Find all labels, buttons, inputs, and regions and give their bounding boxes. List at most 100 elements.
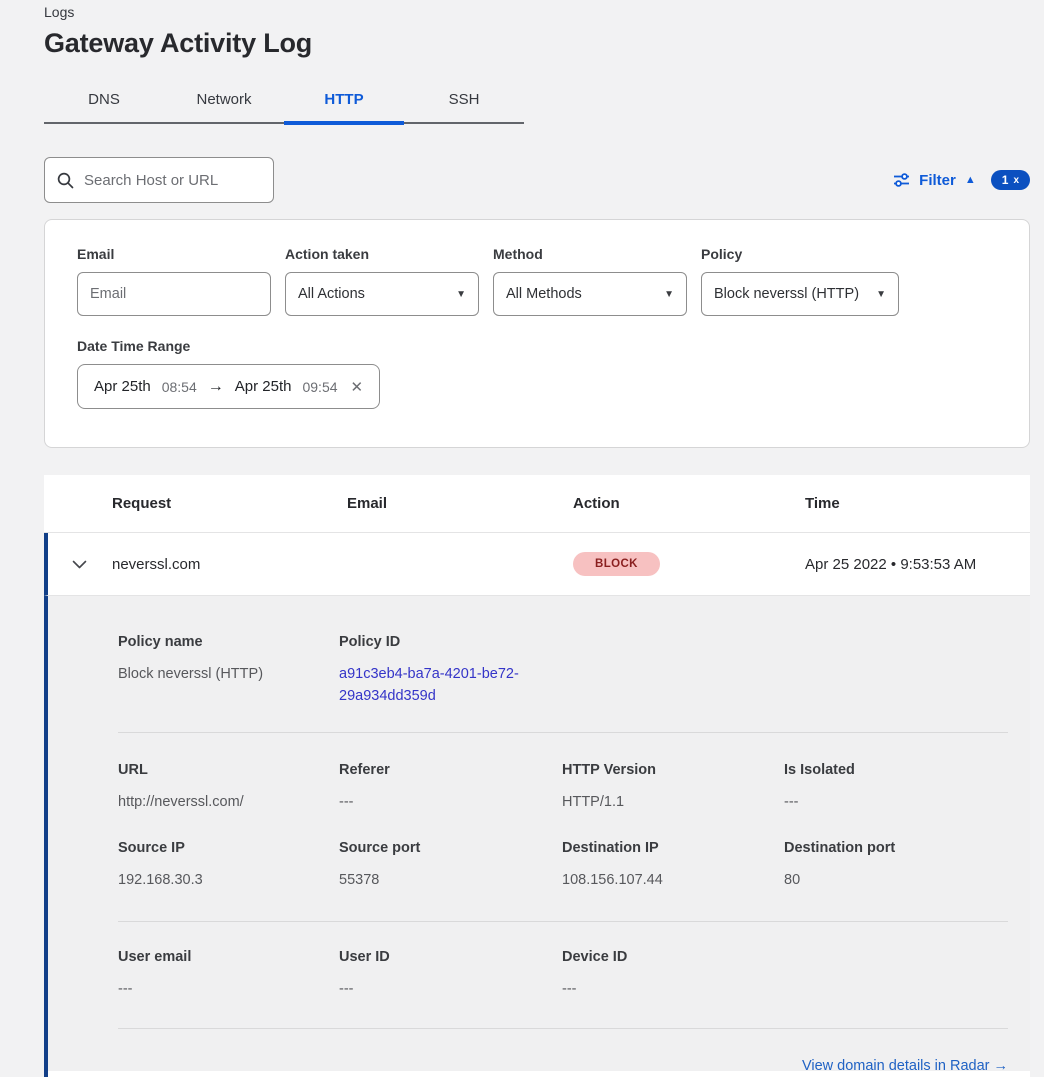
action-cell: BLOCK <box>573 552 805 576</box>
device-id-value: --- <box>562 978 784 1000</box>
destination-ip-label: Destination IP <box>562 840 784 856</box>
chevron-down-icon: ▼ <box>456 289 466 300</box>
network-info-section: Source IP 192.168.30.3 Source port 55378… <box>118 840 1008 891</box>
destination-port-label: Destination port <box>784 840 1008 856</box>
action-taken-select[interactable]: All Actions ▼ <box>285 272 479 316</box>
date-range-picker[interactable]: Apr 25th 08:54 → Apr 25th 09:54 ✕ <box>77 364 380 409</box>
url-label: URL <box>118 762 339 778</box>
user-id-label: User ID <box>339 949 562 965</box>
email-filter-input[interactable] <box>77 272 271 316</box>
block-status-badge: BLOCK <box>573 552 660 576</box>
destination-port-field: Destination port 80 <box>784 840 1008 891</box>
method-select[interactable]: All Methods ▼ <box>493 272 687 316</box>
filter-count-badge[interactable]: 1 x <box>991 170 1030 190</box>
clear-date-range-icon[interactable]: ✕ <box>351 378 364 396</box>
filter-field-policy: Policy Block neverssl (HTTP) ▼ <box>701 246 899 316</box>
divider <box>118 921 1008 922</box>
time-column-header: Time <box>805 495 1030 512</box>
arrow-right-icon: → <box>208 378 224 396</box>
tab-network[interactable]: Network <box>164 81 284 122</box>
source-port-field: Source port 55378 <box>339 840 562 891</box>
policy-id-field: Policy ID a91c3eb4-ba7a-4201-be72-29a934… <box>339 634 562 707</box>
url-value: http://neverssl.com/ <box>118 791 339 813</box>
source-ip-label: Source IP <box>118 840 339 856</box>
filter-toggle[interactable]: Filter ▲ 1 x <box>893 170 1030 190</box>
policy-section: Policy name Block neverssl (HTTP) Policy… <box>118 634 1008 707</box>
request-info-section: URL http://neverssl.com/ Referer --- HTT… <box>118 762 1008 813</box>
user-email-field: User email --- <box>118 949 339 1000</box>
activity-log-table: Request Email Action Time neverssl.com B… <box>44 475 1030 1077</box>
method-label: Method <box>493 246 687 262</box>
user-id-field: User ID --- <box>339 949 562 1000</box>
action-column-header: Action <box>573 495 805 512</box>
action-taken-label: Action taken <box>285 246 479 262</box>
policy-name-field: Policy name Block neverssl (HTTP) <box>118 634 339 707</box>
http-version-label: HTTP Version <box>562 762 784 778</box>
end-date[interactable]: Apr 25th <box>235 378 292 395</box>
filter-field-action-taken: Action taken All Actions ▼ <box>285 246 479 316</box>
action-taken-value: All Actions <box>298 286 365 302</box>
method-value: All Methods <box>506 286 582 302</box>
table-header-row: Request Email Action Time <box>44 475 1030 533</box>
date-range-group: Date Time Range Apr 25th 08:54 → Apr 25t… <box>77 338 997 409</box>
breadcrumb[interactable]: Logs <box>44 0 1030 20</box>
row-expander[interactable] <box>48 560 112 569</box>
start-date[interactable]: Apr 25th <box>94 378 151 395</box>
filter-label: Filter <box>919 172 956 189</box>
radar-link-row: View domain details in Radar → <box>118 1057 1008 1071</box>
destination-ip-field: Destination IP 108.156.107.44 <box>562 840 784 891</box>
end-time[interactable]: 09:54 <box>302 379 337 395</box>
source-ip-value: 192.168.30.3 <box>118 869 339 891</box>
chevron-down-icon <box>72 560 87 569</box>
source-port-label: Source port <box>339 840 562 856</box>
device-id-label: Device ID <box>562 949 784 965</box>
divider <box>118 1028 1008 1029</box>
policy-name-label: Policy name <box>118 634 339 650</box>
user-info-section: User email --- User ID --- Device ID --- <box>118 949 1008 1000</box>
email-filter-label: Email <box>77 246 271 262</box>
filter-field-email: Email <box>77 246 271 316</box>
policy-label: Policy <box>701 246 899 262</box>
divider <box>118 732 1008 733</box>
user-id-value: --- <box>339 978 562 1000</box>
radar-link-label: View domain details in Radar <box>802 1058 990 1071</box>
filter-sliders-icon <box>893 172 910 188</box>
destination-port-value: 80 <box>784 869 1008 891</box>
chevron-down-icon: ▼ <box>664 289 674 300</box>
url-field: URL http://neverssl.com/ <box>118 762 339 813</box>
user-email-label: User email <box>118 949 339 965</box>
search-icon <box>57 172 74 189</box>
clear-filters-icon[interactable]: x <box>1013 175 1019 186</box>
filter-count: 1 <box>1002 173 1009 187</box>
device-id-field: Device ID --- <box>562 949 784 1000</box>
filter-field-method: Method All Methods ▼ <box>493 246 687 316</box>
is-isolated-field: Is Isolated --- <box>784 762 1008 813</box>
tab-bar: DNS Network HTTP SSH <box>44 81 524 124</box>
page-title: Gateway Activity Log <box>44 28 1030 59</box>
view-in-radar-link[interactable]: View domain details in Radar → <box>802 1058 1008 1071</box>
is-isolated-value: --- <box>784 791 1008 813</box>
tab-http[interactable]: HTTP <box>284 81 404 125</box>
search-input[interactable] <box>84 172 261 189</box>
table-row[interactable]: neverssl.com BLOCK Apr 25 2022 • 9:53:53… <box>44 533 1030 596</box>
is-isolated-label: Is Isolated <box>784 762 1008 778</box>
policy-select[interactable]: Block neverssl (HTTP) ▼ <box>701 272 899 316</box>
chevron-down-icon: ▼ <box>876 289 886 300</box>
gateway-activity-page: Logs Gateway Activity Log DNS Network HT… <box>0 0 1044 1077</box>
toolbar: Filter ▲ 1 x <box>44 157 1030 203</box>
tab-ssh[interactable]: SSH <box>404 81 524 122</box>
request-cell[interactable]: neverssl.com <box>112 556 347 573</box>
email-column-header: Email <box>347 495 573 512</box>
referer-field: Referer --- <box>339 762 562 813</box>
http-version-value: HTTP/1.1 <box>562 791 784 813</box>
policy-id-label: Policy ID <box>339 634 562 650</box>
date-range-label: Date Time Range <box>77 338 997 354</box>
search-box[interactable] <box>44 157 274 203</box>
policy-id-link[interactable]: a91c3eb4-ba7a-4201-be72-29a934dd359d <box>339 663 535 707</box>
user-email-value: --- <box>118 978 339 1000</box>
policy-value: Block neverssl (HTTP) <box>714 286 859 302</box>
tab-dns[interactable]: DNS <box>44 81 164 122</box>
referer-value: --- <box>339 791 562 813</box>
http-version-field: HTTP Version HTTP/1.1 <box>562 762 784 813</box>
start-time[interactable]: 08:54 <box>162 379 197 395</box>
